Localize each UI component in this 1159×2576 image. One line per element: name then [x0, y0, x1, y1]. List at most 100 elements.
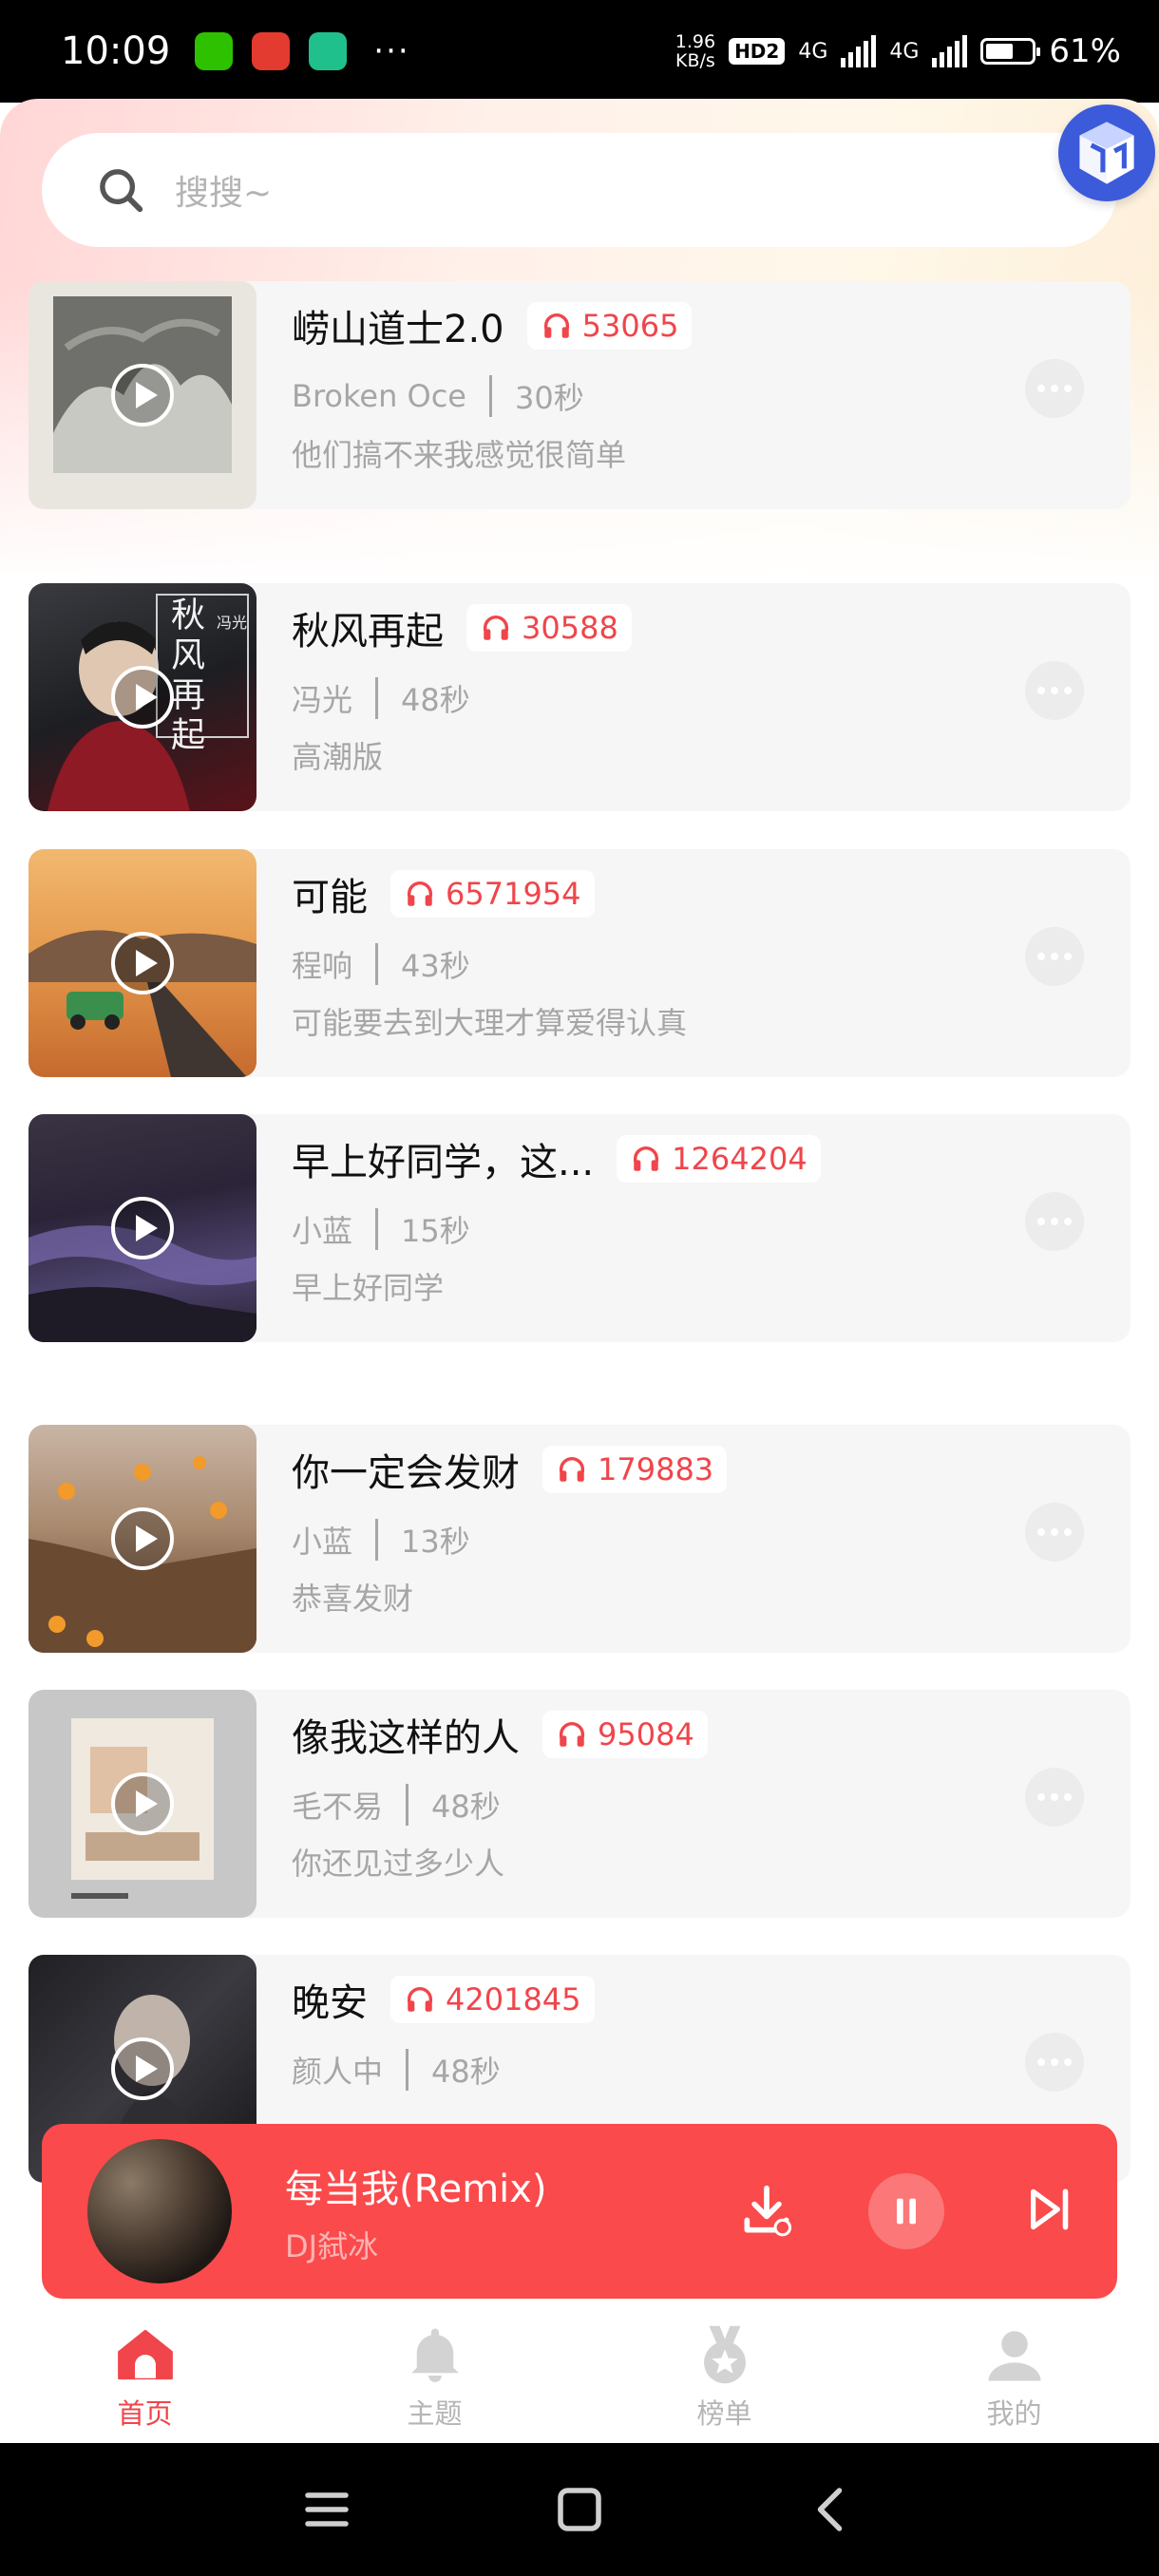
play-icon[interactable] [110, 931, 175, 995]
more-options-icon[interactable] [1025, 927, 1084, 986]
mini-player[interactable]: 每当我(Remix) DJ弑冰 [42, 2124, 1117, 2299]
play-count-badge: 53065 [526, 302, 693, 350]
song-duration: 48秒 [401, 682, 470, 718]
home-icon [117, 2329, 173, 2380]
net-speed: 1.96 KB/s [674, 31, 716, 71]
play-count-badge: 1264204 [617, 1135, 821, 1183]
song-card[interactable]: 秋风再起 冯光 秋风再起 30588 冯光 48秒 高潮版 [28, 583, 1130, 811]
menu-icon[interactable] [298, 2481, 355, 2538]
play-count: 95084 [598, 1716, 694, 1752]
song-card[interactable]: 你一定会发财 179883 小蓝 13秒 恭喜发财 [28, 1425, 1130, 1653]
more-notifications-icon: ··· [373, 32, 410, 70]
tab-label: 主题 [407, 2397, 463, 2430]
status-bar: 10:09 ··· 1.96 KB/s HD2 4G 4G 61% [0, 0, 1159, 103]
headphone-icon [407, 1987, 433, 2012]
song-artist: Broken Oce [292, 378, 466, 414]
song-artist: 毛不易 [292, 1789, 384, 1825]
play-count-badge: 179883 [542, 1446, 728, 1493]
now-playing-cover[interactable] [87, 2139, 232, 2283]
search-bar[interactable]: 搜搜~ [42, 133, 1117, 247]
play-icon[interactable] [110, 363, 175, 427]
tab-label: 首页 [117, 2397, 173, 2430]
play-count-badge: 30588 [466, 604, 632, 652]
divider [406, 1784, 409, 1826]
song-duration: 48秒 [431, 1789, 501, 1825]
song-cover [28, 281, 256, 509]
song-title: 你一定会发财 [292, 1451, 520, 1495]
song-duration: 48秒 [431, 2054, 501, 2090]
pause-icon [897, 2198, 916, 2225]
song-artist: 小蓝 [292, 1524, 353, 1560]
play-icon[interactable] [110, 665, 175, 729]
song-description: 早上好同学 [292, 1270, 445, 1306]
tab-topics[interactable]: 主题 [290, 2306, 580, 2441]
more-options-icon[interactable] [1025, 1503, 1084, 1562]
floating-assistant-button[interactable] [1058, 104, 1155, 201]
play-count: 6571954 [446, 876, 581, 912]
song-description: 可能要去到大理才算爱得认真 [292, 1005, 688, 1041]
profile-icon [988, 2331, 1040, 2381]
headphone-icon [543, 313, 569, 338]
divider [375, 1208, 379, 1250]
signal-label-1: 4G [798, 39, 828, 64]
home-square-icon[interactable] [551, 2481, 608, 2538]
song-cover [28, 1425, 256, 1653]
more-options-icon[interactable] [1025, 359, 1084, 418]
headphone-icon [634, 1146, 659, 1171]
divider [375, 677, 379, 719]
song-cover [28, 849, 256, 1077]
play-count: 4201845 [446, 1981, 581, 2017]
play-count-badge: 4201845 [390, 1976, 595, 2023]
song-card[interactable]: 可能 6571954 程响 43秒 可能要去到大理才算爱得认真 [28, 849, 1130, 1077]
more-options-icon[interactable] [1025, 661, 1084, 720]
headphone-icon [559, 1457, 585, 1482]
divider [375, 943, 379, 985]
download-icon[interactable] [737, 2181, 796, 2240]
tab-charts[interactable]: 榜单 [580, 2306, 869, 2441]
song-duration: 30秒 [514, 380, 584, 416]
system-nav-bar [0, 2443, 1159, 2576]
divider [375, 1519, 379, 1561]
song-cover [28, 1690, 256, 1918]
now-playing-title: 每当我(Remix) [285, 2168, 547, 2211]
song-title: 早上好同学，这... [292, 1141, 595, 1184]
browser-app-icon [309, 32, 348, 70]
play-icon[interactable] [110, 2036, 175, 2101]
notification-app-icon [252, 32, 291, 70]
battery-percent: 61% [1049, 32, 1121, 70]
next-track-icon[interactable] [1022, 2183, 1075, 2236]
play-icon[interactable] [110, 1506, 175, 1571]
battery-icon [980, 38, 1041, 65]
signal-label-2: 4G [889, 39, 920, 64]
wechat-icon [195, 32, 234, 70]
bottom-tab-bar: 首页 主题 榜单 我的 [0, 2306, 1159, 2441]
tab-profile[interactable]: 我的 [869, 2306, 1159, 2441]
tab-home[interactable]: 首页 [0, 2306, 290, 2441]
song-title: 崂山道士2.0 [292, 308, 504, 351]
play-count: 179883 [598, 1451, 714, 1487]
song-card[interactable]: 像我这样的人 95084 毛不易 48秒 你还见过多少人 [28, 1690, 1130, 1918]
play-icon[interactable] [110, 1771, 175, 1836]
more-options-icon[interactable] [1025, 2033, 1084, 2092]
play-count-badge: 6571954 [390, 870, 595, 918]
song-title: 可能 [292, 876, 368, 919]
signal-icon [932, 35, 968, 67]
song-card[interactable]: 早上好同学，这... 1264204 小蓝 15秒 早上好同学 [28, 1114, 1130, 1342]
cover-artist: 冯光 [217, 614, 248, 632]
song-title: 秋风再起 [292, 610, 444, 653]
more-options-icon[interactable] [1025, 1768, 1084, 1827]
play-count: 1264204 [672, 1141, 808, 1177]
play-icon[interactable] [110, 1196, 175, 1260]
medal-icon [703, 2325, 746, 2384]
cube-logo-icon [1079, 122, 1134, 184]
divider [488, 375, 492, 417]
more-options-icon[interactable] [1025, 1192, 1084, 1251]
hd-badge: HD2 [729, 38, 786, 65]
song-artist: 程响 [292, 948, 353, 984]
pause-button[interactable] [868, 2173, 944, 2249]
tab-label: 我的 [986, 2397, 1042, 2430]
headphone-icon [407, 881, 433, 906]
signal-icon [841, 35, 877, 67]
back-icon[interactable] [804, 2481, 861, 2538]
song-card[interactable]: 崂山道士2.0 53065 Broken Oce 30秒 他们搞不来我感觉很简单 [28, 281, 1130, 509]
